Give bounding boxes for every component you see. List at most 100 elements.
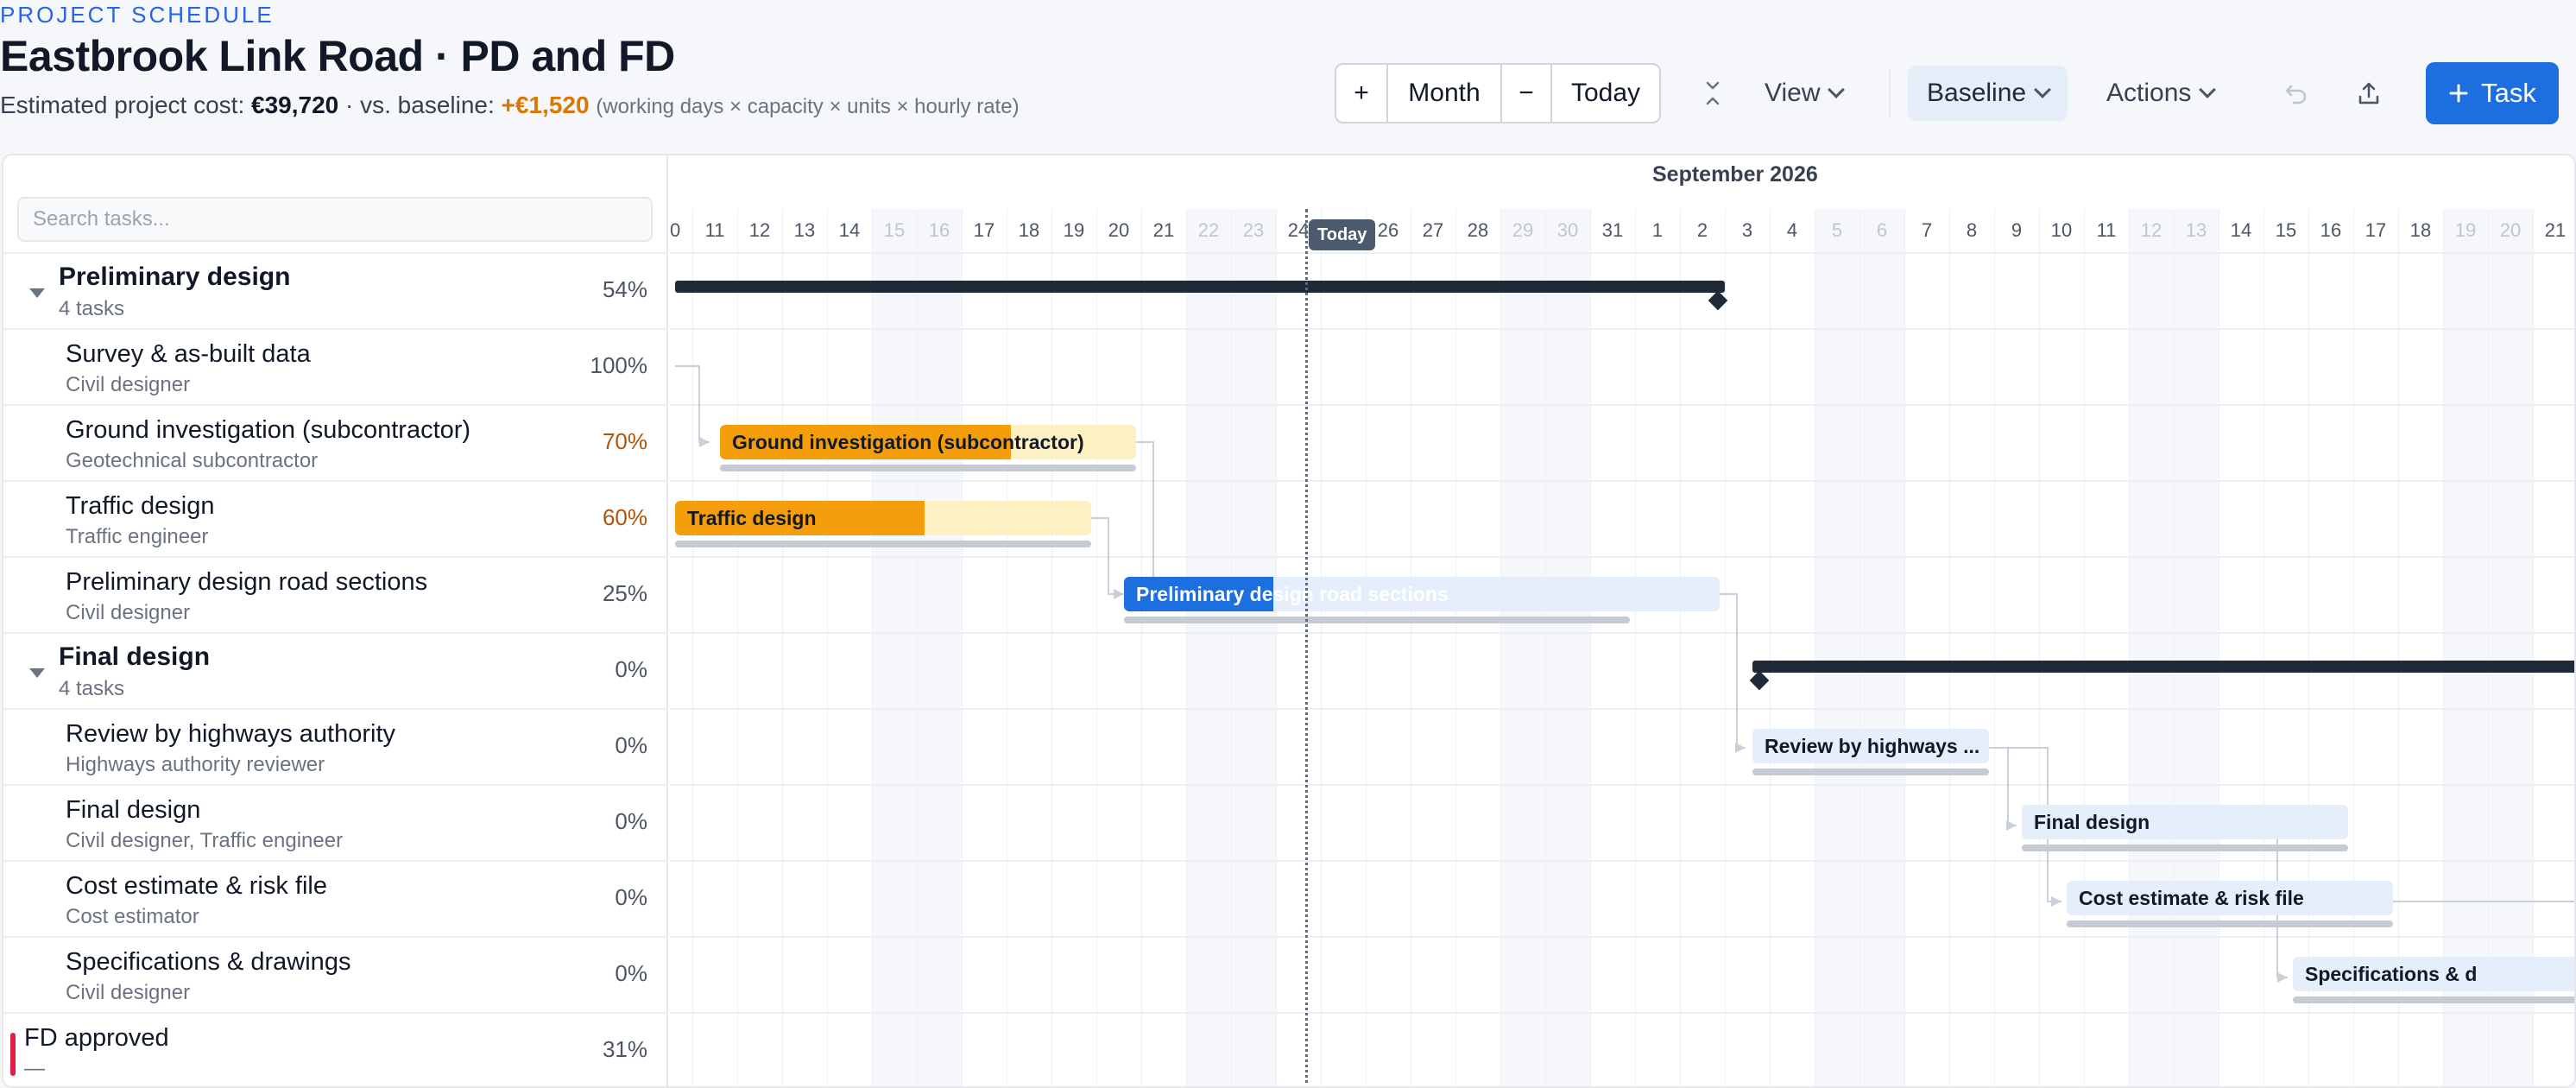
task-name: Preliminary design: [59, 263, 291, 291]
task-assignee: Civil designer: [66, 373, 191, 396]
task-row[interactable]: Traffic design Traffic engineer 60%: [3, 480, 668, 556]
bar-label: Preliminary design road sections: [1136, 582, 1449, 605]
task-row[interactable]: Survey & as-built data Civil designer 10…: [3, 328, 668, 404]
plus-icon: [2449, 84, 2468, 103]
task-progress: 0%: [615, 656, 647, 682]
cost-summary: Estimated project cost: €39,720 · vs. ba…: [0, 92, 1020, 119]
dependency-link: [675, 365, 710, 443]
task-assignee: Civil designer: [66, 981, 191, 1004]
baseline-bar: [2293, 996, 2574, 1003]
task-row[interactable]: Final design Civil designer, Traffic eng…: [3, 784, 668, 860]
task-name: Survey & as-built data: [66, 340, 311, 368]
task-row[interactable]: Cost estimate & risk file Cost estimator…: [3, 860, 668, 936]
baseline-bar: [720, 465, 1136, 471]
today-button[interactable]: Today: [1552, 65, 1659, 122]
actions-menu-button[interactable]: Actions: [2087, 66, 2232, 121]
link-arrow: [2051, 896, 2061, 907]
undo-button[interactable]: [2263, 66, 2329, 121]
task-row[interactable]: Specifications & drawings Civil designer…: [3, 936, 668, 1012]
task-bar-ground-investigation[interactable]: Ground investigation (subcontractor): [720, 425, 1136, 459]
task-bar-traffic-design[interactable]: Traffic design: [675, 501, 1091, 535]
task-progress: 70%: [602, 428, 647, 454]
eyebrow-label: PROJECT SCHEDULE: [0, 2, 275, 28]
collapse-icon: [1706, 81, 1720, 105]
baseline-bar: [2067, 920, 2393, 927]
task-bar-review[interactable]: Review by highways ...: [1752, 729, 1989, 763]
task-progress: 100%: [590, 352, 648, 378]
chevron-down-icon: [2034, 81, 2051, 98]
scale-select[interactable]: Month: [1388, 65, 1502, 122]
summary-bar[interactable]: [1752, 661, 2574, 673]
task-assignee: Cost estimator: [66, 905, 199, 928]
baseline-label: Baseline: [1927, 79, 2027, 107]
baseline-menu-button[interactable]: Baseline: [1908, 66, 2068, 121]
dependency-link: [1989, 747, 2017, 826]
chevron-down-icon: [2199, 81, 2217, 98]
task-progress: 0%: [615, 808, 647, 834]
add-task-label: Task: [2481, 78, 2536, 108]
collapse-caret-icon[interactable]: [29, 668, 45, 678]
dependency-link: [1091, 517, 1124, 595]
baseline-bar: [675, 541, 1091, 547]
link-arrow: [2277, 972, 2288, 983]
search-input[interactable]: Search tasks...: [17, 197, 653, 242]
task-progress: 0%: [615, 732, 647, 758]
group-row-preliminary-design[interactable]: Preliminary design 4 tasks 54%: [3, 252, 668, 328]
task-bar-final-design[interactable]: Final design: [2022, 805, 2348, 839]
task-assignee: Highways authority reviewer: [66, 753, 325, 776]
task-name: Final design: [59, 642, 211, 671]
milestone-row[interactable]: FD approved — 31%: [3, 1012, 668, 1086]
bar-label: Review by highways ...: [1765, 734, 1980, 757]
chevron-down-icon: [1828, 81, 1846, 98]
task-row[interactable]: Preliminary design road sections Civil d…: [3, 556, 668, 632]
milestone-marker: [10, 1033, 16, 1076]
task-name: Ground investigation (subcontractor): [66, 416, 471, 444]
task-assignee: Civil designer: [66, 601, 191, 624]
task-name: Review by highways authority: [66, 720, 396, 748]
dependency-link: [1718, 593, 1746, 749]
collapse-caret-icon[interactable]: [29, 288, 45, 298]
link-arrow: [1735, 743, 1746, 753]
task-bar-specifications[interactable]: Specifications & d: [2293, 957, 2574, 991]
task-progress: 0%: [615, 884, 647, 910]
task-name: FD approved: [24, 1024, 169, 1052]
group-row-final-design[interactable]: Final design 4 tasks 0%: [3, 632, 668, 708]
cost-label: Estimated project cost:: [0, 92, 245, 118]
link-arrow: [1114, 589, 1124, 599]
zoom-in-button[interactable]: +: [1336, 65, 1388, 122]
task-name: Final design: [66, 796, 201, 824]
collapse-all-button[interactable]: [1683, 66, 1742, 121]
task-bar-cost-estimate[interactable]: Cost estimate & risk file: [2067, 881, 2393, 915]
zoom-control: + Month − Today: [1335, 63, 1661, 123]
summary-bar[interactable]: [675, 281, 1725, 293]
link-arrow: [2006, 820, 2017, 831]
baseline-bar: [1752, 769, 1989, 775]
zoom-out-button[interactable]: −: [1502, 65, 1552, 122]
bar-label: Specifications & d: [2305, 962, 2478, 985]
undo-icon: [2285, 85, 2307, 104]
bar-label: Traffic design: [687, 506, 817, 529]
actions-label: Actions: [2106, 79, 2192, 107]
task-assignee: —: [24, 1057, 45, 1080]
today-marker: Today: [1309, 219, 1376, 250]
page-title: Eastbrook Link Road · PD and FD: [0, 32, 675, 80]
toolbar-divider: [1889, 69, 1891, 117]
task-row[interactable]: Review by highways authority Highways au…: [3, 708, 668, 784]
view-menu-button[interactable]: View: [1746, 66, 1861, 121]
task-assignee: Geotechnical subcontractor: [66, 449, 319, 472]
task-progress: 54%: [602, 276, 647, 302]
cost-formula: (working days × capacity × units × hourl…: [596, 95, 1020, 118]
task-name: Cost estimate & risk file: [66, 872, 327, 900]
page-header: PROJECT SCHEDULE Eastbrook Link Road · P…: [0, 0, 2576, 147]
export-button[interactable]: [2336, 66, 2402, 121]
task-progress: 60%: [602, 504, 647, 530]
task-row[interactable]: Ground investigation (subcontractor) Geo…: [3, 404, 668, 480]
add-task-button[interactable]: Task: [2426, 62, 2559, 124]
task-assignee: Civil designer, Traffic engineer: [66, 829, 344, 852]
bar-label: Ground investigation (subcontractor): [732, 430, 1084, 453]
task-progress: 31%: [602, 1036, 647, 1062]
task-name: Specifications & drawings: [66, 948, 351, 976]
task-name: Traffic design: [66, 492, 215, 520]
task-bar-prelim-road-sections[interactable]: Preliminary design road sections: [1124, 577, 1720, 611]
task-subtitle: 4 tasks: [59, 297, 125, 320]
